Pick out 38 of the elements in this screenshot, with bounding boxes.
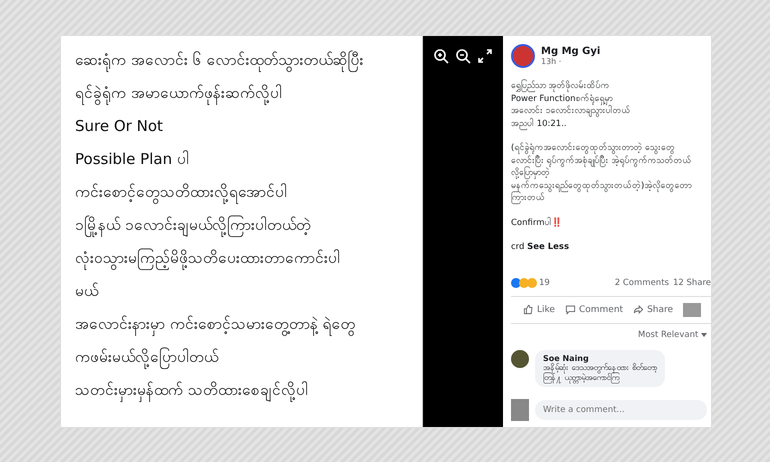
post-text: crd See Less xyxy=(511,241,570,254)
action-button[interactable]: Share xyxy=(633,304,674,315)
action-button[interactable]: Comment xyxy=(564,304,624,315)
reaction-icons[interactable] xyxy=(511,278,535,288)
image-text-line: Sure Or Not xyxy=(75,116,164,137)
image-text-line: လုံးဝသွားမကြည့်မိဖို့သတိပေးထားတာကောင်းပါ xyxy=(75,244,412,273)
user-avatar xyxy=(511,398,529,420)
commenter-name[interactable]: Soe Naing xyxy=(543,354,658,362)
image-text-line: ၁မြို့နယ် ၁လောင်းချမယ်လို့ကြားပါတယ်တဲ့ xyxy=(75,211,412,240)
author-name[interactable]: Mg Mg Gyi xyxy=(541,46,600,57)
post-text: Confirmပါ‼ xyxy=(511,216,564,229)
comment-text: အနိမ့်ဆုံး ဒေသအတွက်နေထား စိတ်တော့ တြန်႔ ယုတ္တာမဲ့အကောင်ကြ xyxy=(543,362,658,382)
post-time: 13h · xyxy=(541,57,562,66)
image-text-line: ဆေးရုံက အလောင်း ၆ လောင်းထုတ်သွားတယ်ဆိုပြီး xyxy=(75,46,412,75)
speech-bubble-icon xyxy=(564,304,576,315)
action-button[interactable]: Like xyxy=(523,304,555,315)
comment-input[interactable]: Write a comment... xyxy=(535,400,707,420)
thumbs-up-icon xyxy=(523,304,534,315)
reaction-count[interactable]: 19 xyxy=(539,278,550,288)
arrow-icon xyxy=(633,304,644,315)
image-text-line: ကင်းစောင့်တွေသတိထားလို့ရအောင်ပါ xyxy=(75,178,412,207)
commenter-avatar[interactable] xyxy=(511,350,529,368)
image-text-line: သတင်းမှားမှန်ထက် သတိထားစေချင်လို့ပါ xyxy=(75,376,412,405)
caret-icon xyxy=(701,332,707,336)
avatar[interactable] xyxy=(511,44,535,68)
comments-count[interactable]: 2 Comments xyxy=(614,278,669,288)
image-text-line: Possible Plan ပါ xyxy=(75,149,190,170)
page-avatar[interactable] xyxy=(683,302,702,316)
zoom-in-icon[interactable] xyxy=(433,48,449,64)
image-text-line: ကဖမ်းမယ်လို့ပြောပါတယ် xyxy=(75,343,412,372)
image-text-line: မယ် xyxy=(75,281,100,302)
fullscreen-icon[interactable] xyxy=(477,48,493,64)
image-text-line: အလောင်းနားမှာ ကင်းစောင့်သမားတွေ့တာနဲ့ ရဲတွေ xyxy=(75,310,412,339)
zoom-out-icon[interactable] xyxy=(455,48,471,64)
shares-count[interactable]: 12 Share xyxy=(672,278,711,288)
post-text: ရွှေပြည်သာ အုတ်ဖိုလမ်းထိပ်က Power Functionစက်ရုံရှေ့မှာ အလောင်း ၁လောင်းလာချသွားပါတယ် အညပါ 10:21.. xyxy=(511,80,632,130)
sort-menu[interactable]: Most Relevant xyxy=(511,330,707,340)
image-text-line: ရင်ခွဲရုံက အမာယောက်ဖုန်းဆက်လို့ပါ xyxy=(75,79,412,108)
